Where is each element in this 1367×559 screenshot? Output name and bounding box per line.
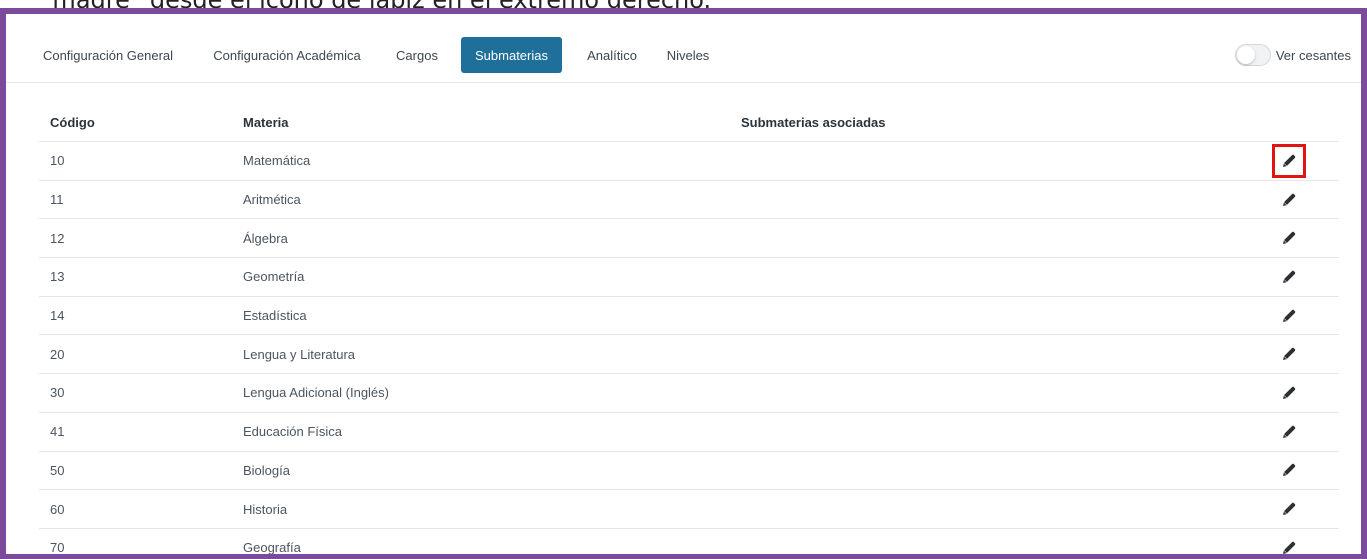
cell-actions (1272, 258, 1306, 296)
cell-codigo: 12 (50, 230, 65, 246)
ver-cesantes-label: Ver cesantes (1275, 48, 1351, 63)
table-row: 13 Geometría (39, 258, 1339, 297)
tab-bar: Configuración General Configuración Acad… (6, 14, 1361, 83)
pencil-icon (1282, 231, 1296, 245)
pencil-icon (1282, 309, 1296, 323)
cell-actions (1272, 297, 1306, 335)
pencil-icon (1282, 425, 1296, 439)
pencil-icon (1282, 502, 1296, 516)
table-row: 11 Aritmética (39, 181, 1339, 220)
edit-button[interactable] (1272, 299, 1306, 333)
cell-materia: Historia (243, 501, 288, 517)
cell-codigo: 30 (50, 385, 65, 401)
cell-codigo: 10 (50, 153, 65, 169)
cell-actions (1272, 219, 1306, 257)
edit-button[interactable] (1272, 143, 1306, 178)
cell-materia: Geografía (243, 540, 301, 556)
cell-codigo: 14 (50, 308, 65, 324)
cell-actions (1272, 374, 1306, 412)
tab-analitico[interactable]: Analítico (576, 37, 648, 73)
cell-materia: Educación Física (243, 424, 342, 440)
edit-button[interactable] (1272, 492, 1306, 526)
cell-materia: Estadística (243, 308, 307, 324)
cell-codigo: 60 (50, 501, 65, 517)
tab-configuracion-general[interactable]: Configuración General (28, 37, 188, 73)
cell-materia: Lengua y Literatura (243, 346, 356, 362)
cell-codigo: 50 (50, 462, 65, 478)
app-frame: Configuración General Configuración Acad… (0, 8, 1367, 559)
tab-submaterias[interactable]: Submaterias (461, 37, 562, 73)
table-row: 70 Geografía (39, 529, 1339, 556)
cell-materia: Matemática (243, 153, 311, 169)
cell-actions (1272, 490, 1306, 528)
table-body: 10 Matemática 11 Aritmética 12 Álgebra 13 Geome… (39, 142, 1339, 556)
table-row: 30 Lengua Adicional (Inglés) (39, 374, 1339, 413)
edit-button[interactable] (1272, 337, 1306, 371)
cell-materia: Lengua Adicional (Inglés) (243, 385, 389, 401)
edit-button[interactable] (1272, 183, 1306, 217)
table-row: 20 Lengua y Literatura (39, 335, 1339, 375)
pencil-icon (1282, 463, 1296, 477)
pencil-icon (1282, 386, 1296, 400)
header-submaterias: Submaterias asociadas (741, 114, 886, 130)
cell-actions (1272, 413, 1306, 451)
cell-codigo: 70 (50, 540, 65, 556)
table-header: Código Materia Submaterias asociadas (39, 103, 1339, 142)
pencil-icon (1282, 154, 1296, 168)
pencil-icon (1282, 347, 1296, 361)
edit-button[interactable] (1272, 260, 1306, 294)
cell-codigo: 41 (50, 424, 65, 440)
table-row: 10 Matemática (39, 142, 1339, 181)
tab-niveles[interactable]: Niveles (662, 37, 714, 73)
cell-codigo: 20 (50, 346, 65, 362)
pencil-icon (1282, 193, 1296, 207)
tab-cargos[interactable]: Cargos (386, 37, 448, 73)
edit-button[interactable] (1272, 531, 1306, 554)
table-row: 50 Biología (39, 452, 1339, 491)
cell-actions (1272, 142, 1306, 180)
cell-actions (1272, 452, 1306, 490)
table-row: 14 Estadística (39, 297, 1339, 336)
edit-button[interactable] (1272, 453, 1306, 487)
submaterias-table: Código Materia Submaterias asociadas 10 M… (39, 103, 1339, 556)
pencil-icon (1282, 270, 1296, 284)
cell-actions (1272, 181, 1306, 219)
edit-button[interactable] (1272, 376, 1306, 410)
table-row: 12 Álgebra (39, 219, 1339, 259)
table-row: 60 Historia (39, 490, 1339, 529)
cell-actions (1272, 529, 1306, 554)
table-row: 41 Educación Física (39, 413, 1339, 452)
cell-materia: Biología (243, 462, 290, 478)
cell-materia: Álgebra (243, 230, 288, 246)
tab-configuracion-academica[interactable]: Configuración Académica (202, 37, 372, 73)
toggle-knob (1237, 46, 1255, 64)
header-codigo: Código (50, 114, 95, 130)
cell-codigo: 11 (50, 192, 64, 208)
ver-cesantes-toggle[interactable] (1235, 44, 1271, 66)
edit-button[interactable] (1272, 221, 1306, 255)
header-materia: Materia (243, 114, 289, 130)
cell-materia: Geometría (243, 269, 305, 285)
edit-button[interactable] (1272, 415, 1306, 449)
cell-actions (1272, 335, 1306, 373)
pencil-icon (1282, 541, 1296, 554)
cell-codigo: 13 (50, 269, 65, 285)
cell-materia: Aritmética (243, 192, 301, 208)
